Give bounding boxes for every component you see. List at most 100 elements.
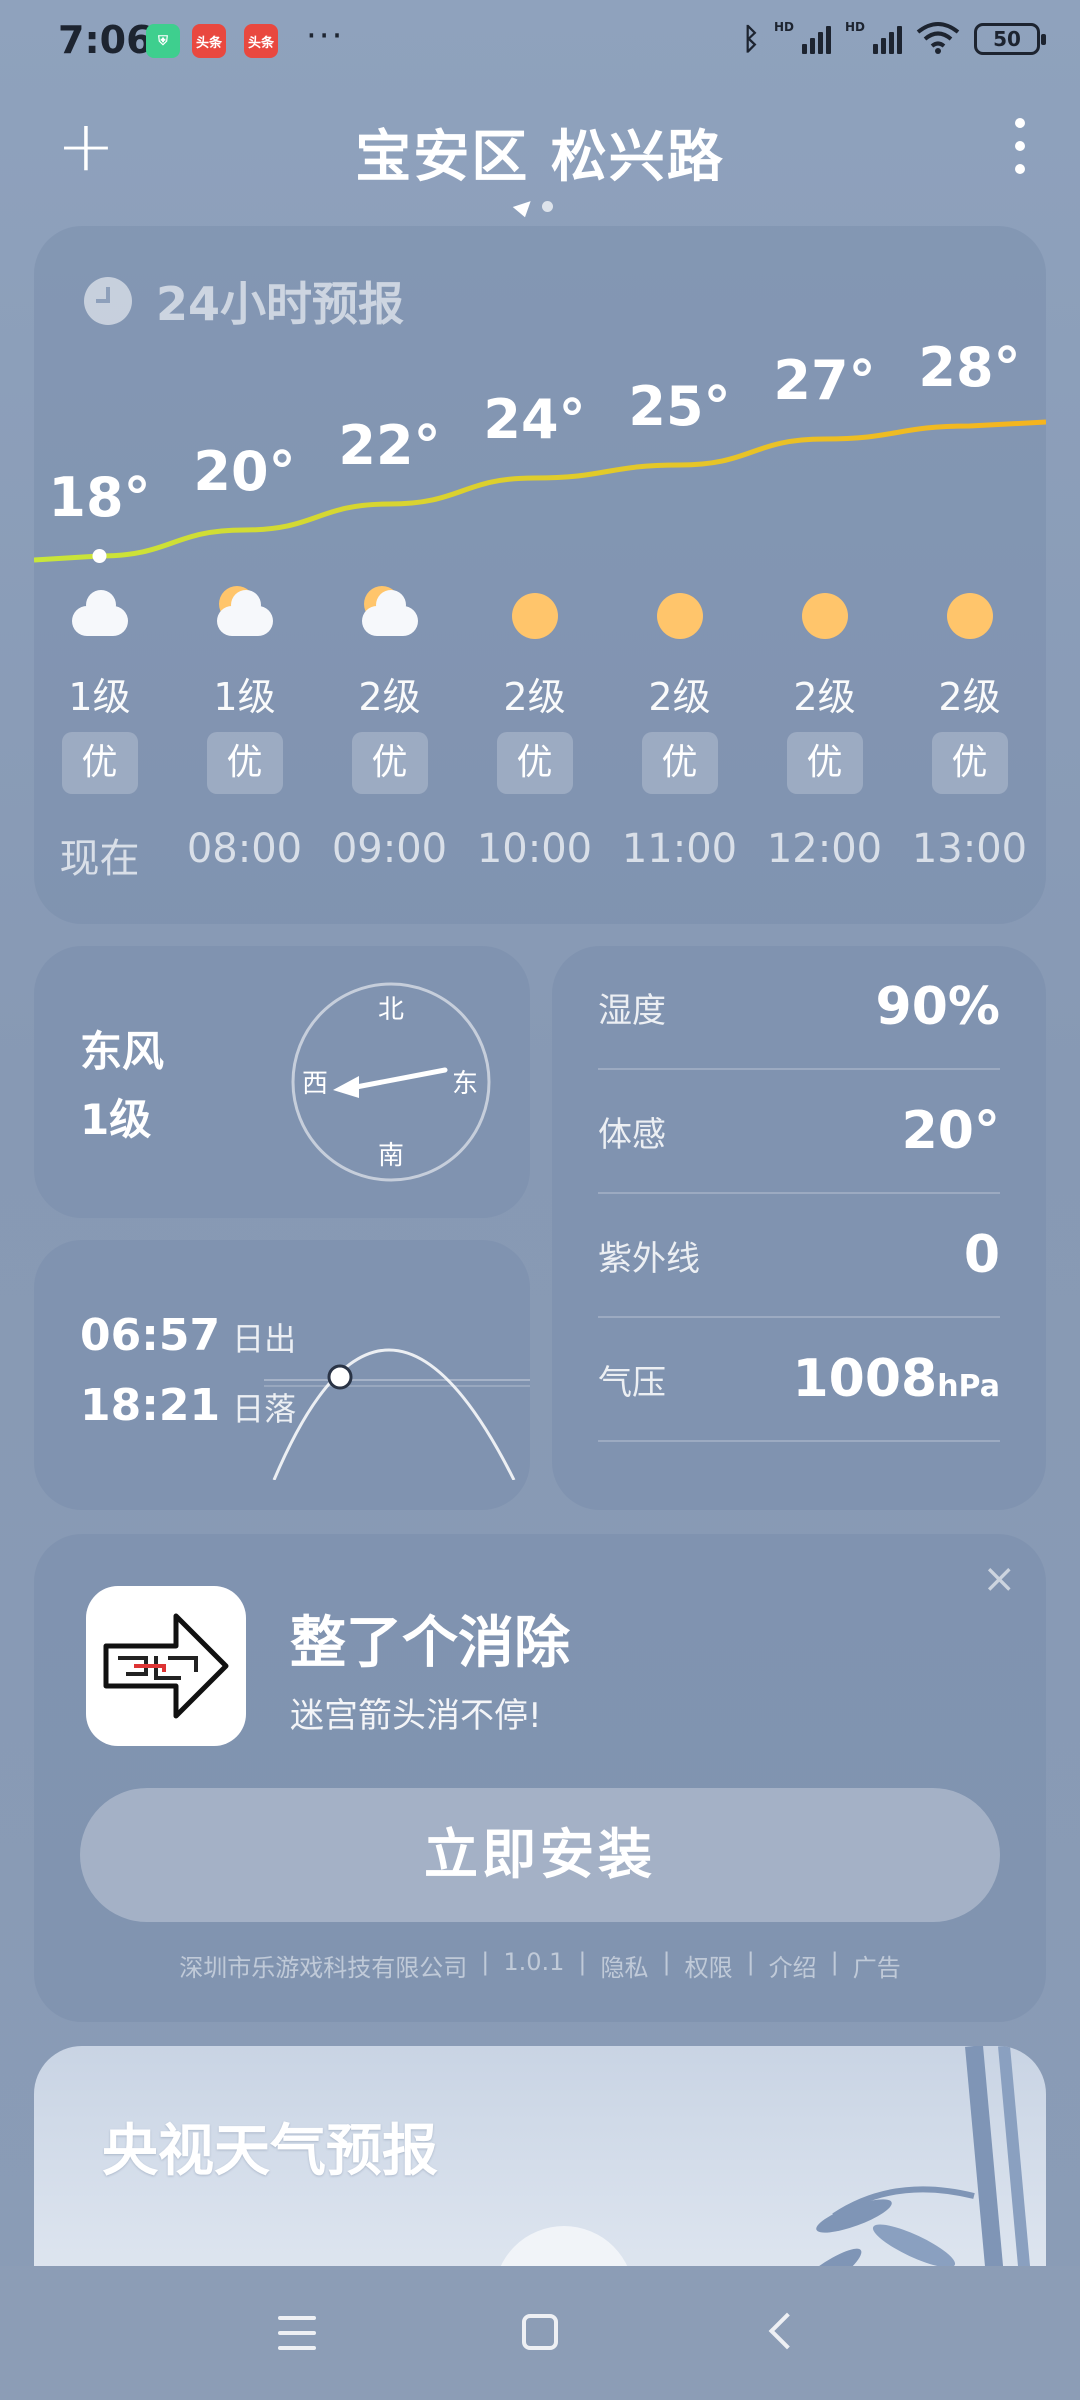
hour-label: 09:00 — [331, 826, 448, 872]
signal-icon-2 — [873, 24, 902, 54]
status-bar: 7:06 ⛨ 头条 头条 ··· ᛒ HD HD 50 — [0, 0, 1080, 82]
recent-apps-icon[interactable] — [278, 2316, 316, 2350]
page-indicator — [512, 194, 553, 218]
current-hour-dot — [92, 549, 107, 563]
detail-row: 体感 20° — [598, 1070, 1000, 1194]
hour-label: 10:00 — [476, 826, 593, 872]
hour-wind-level: 2级 — [938, 675, 1001, 719]
hour-aqi-badge: 优 — [206, 732, 283, 794]
ad-footer-link[interactable]: 广告 — [853, 1948, 901, 1983]
detail-label: 紫外线 — [598, 1238, 700, 1279]
footer-divider: | — [746, 1948, 755, 1976]
more-options-icon[interactable] — [1010, 118, 1030, 174]
ad-footer-link[interactable]: 深圳市乐游戏科技有限公司 — [179, 1948, 467, 1983]
ad-footer-link[interactable]: 权限 — [685, 1948, 733, 1983]
detail-value-wrap: 90% — [876, 977, 1000, 1037]
compass-east: 东 — [452, 1069, 478, 1099]
partly-cloudy-icon — [172, 586, 317, 644]
sunrise-sunset-card[interactable]: 06:57 日出 18:21 日落 — [34, 1240, 530, 1510]
bluetooth-icon: ᛒ — [741, 21, 760, 57]
shield-app-icon: ⛨ — [146, 24, 180, 58]
location-title: 宝安区 松兴路 — [355, 125, 725, 190]
detail-value-wrap: 0 — [964, 1225, 1000, 1285]
sunrise-time: 06:57 — [80, 1310, 221, 1361]
hour-aqi-badge: 优 — [931, 732, 1008, 794]
hour-aqi-badge: 优 — [786, 732, 863, 794]
wind-direction: 东风 — [80, 1027, 165, 1076]
detail-label: 湿度 — [598, 990, 666, 1031]
sun-path-arc — [264, 1348, 530, 1480]
ad-title: 整了个消除 — [290, 1611, 570, 1676]
news-app-icon: 头条 — [192, 24, 226, 58]
hour-temp: 28° — [918, 336, 1021, 399]
news-app-icon-2: 头条 — [244, 24, 278, 58]
detail-value-wrap: 1008hPa — [792, 1349, 1000, 1409]
install-button[interactable]: 立即安装 — [80, 1788, 1000, 1922]
page-dot[interactable] — [542, 200, 553, 212]
compass-icon: 北 南 东 西 — [291, 982, 491, 1182]
hour-temp: 24° — [483, 388, 586, 451]
hour-label: 13:00 — [911, 826, 1028, 872]
weather-details-card[interactable]: 湿度 90% 体感 20° 紫外线 0 气压 1008hPa — [552, 946, 1046, 1510]
detail-value: 90% — [875, 977, 1000, 1037]
wind-arrow-icon — [333, 1076, 359, 1098]
ad-footer: 深圳市乐游戏科技有限公司 | 1.0.1 | 隐私 | 权限 | 介绍 | 广告 — [34, 1948, 1046, 1983]
sun-icon — [607, 588, 752, 644]
hour-wind-level: 1级 — [213, 675, 276, 719]
home-icon[interactable] — [522, 2314, 558, 2350]
wind-level: 1级 — [80, 1095, 152, 1144]
hour-wind-level: 1级 — [68, 675, 131, 719]
hour-aqi-badge: 优 — [351, 732, 428, 794]
hour-temp: 25° — [628, 375, 731, 438]
footer-divider: | — [830, 1948, 839, 1976]
clock-icon — [84, 277, 132, 325]
detail-value-wrap: 20° — [902, 1101, 1000, 1161]
footer-divider: | — [578, 1948, 587, 1976]
ad-card[interactable]: × 整了个消除 迷宫箭头消不停! 立即安装 深圳市乐游戏科技有限公司 | 1.0.1… — [34, 1534, 1046, 2022]
detail-value: 0 — [963, 1225, 1000, 1285]
hour-label: 08:00 — [186, 826, 303, 872]
detail-label: 体感 — [598, 1114, 666, 1155]
forecast-header: 24小时预报 — [84, 268, 404, 334]
hour-temp: 27° — [773, 349, 876, 412]
hour-temp: 20° — [193, 440, 296, 503]
battery-icon: 50 — [974, 23, 1046, 55]
partly-cloudy-icon — [317, 586, 462, 644]
navigation-bar — [0, 2266, 1080, 2400]
hour-temp: 18° — [48, 466, 151, 529]
ad-footer-link[interactable]: 隐私 — [600, 1948, 648, 1983]
back-icon[interactable] — [768, 2312, 806, 2350]
cloudy-icon — [34, 588, 172, 644]
hour-temp: 22° — [338, 414, 441, 477]
footer-divider: | — [481, 1948, 490, 1976]
ad-footer-link[interactable]: 1.0.1 — [503, 1948, 564, 1983]
detail-row: 湿度 90% — [598, 946, 1000, 1070]
hour-wind-level: 2级 — [503, 675, 566, 719]
ad-app-icon[interactable] — [86, 1586, 246, 1746]
hour-aqi-badge: 优 — [496, 732, 573, 794]
ad-subtitle: 迷宫箭头消不停! — [290, 1696, 542, 1736]
signal-icon-1 — [801, 24, 831, 54]
hourly-forecast-card[interactable]: 24小时预报 18° 1级优现在 20° 1级优 08:00 22° 2级优 09:00 24°… — [34, 226, 1046, 924]
hour-label: 11:00 — [621, 826, 738, 872]
hour-aqi-badge: 优 — [61, 732, 138, 794]
status-time: 7:06 — [58, 18, 153, 62]
compass-north: 北 — [378, 995, 404, 1025]
hour-wind-level: 2级 — [648, 675, 711, 719]
detail-value: 1008 — [792, 1349, 938, 1409]
cctv-title: 央视天气预报 — [102, 2119, 438, 2184]
status-indicators: ᛒ HD HD 50 — [741, 20, 1046, 58]
detail-unit: hPa — [937, 1369, 1000, 1404]
detail-label: 气压 — [598, 1362, 666, 1403]
hour-label: 现在 — [59, 836, 140, 882]
location-arrow-icon — [512, 194, 536, 218]
wind-card[interactable]: 东风 1级 北 南 东 西 — [34, 946, 530, 1218]
forecast-title: 24小时预报 — [156, 277, 405, 331]
ad-footer-link[interactable]: 介绍 — [769, 1948, 817, 1983]
detail-value: 20° — [901, 1101, 1000, 1161]
ad-close-icon[interactable]: × — [982, 1556, 1016, 1602]
hd-label-2: HD — [844, 20, 865, 34]
sun-position-icon — [327, 1364, 353, 1390]
compass-south: 南 — [378, 1141, 404, 1171]
sun-icon — [462, 588, 607, 644]
